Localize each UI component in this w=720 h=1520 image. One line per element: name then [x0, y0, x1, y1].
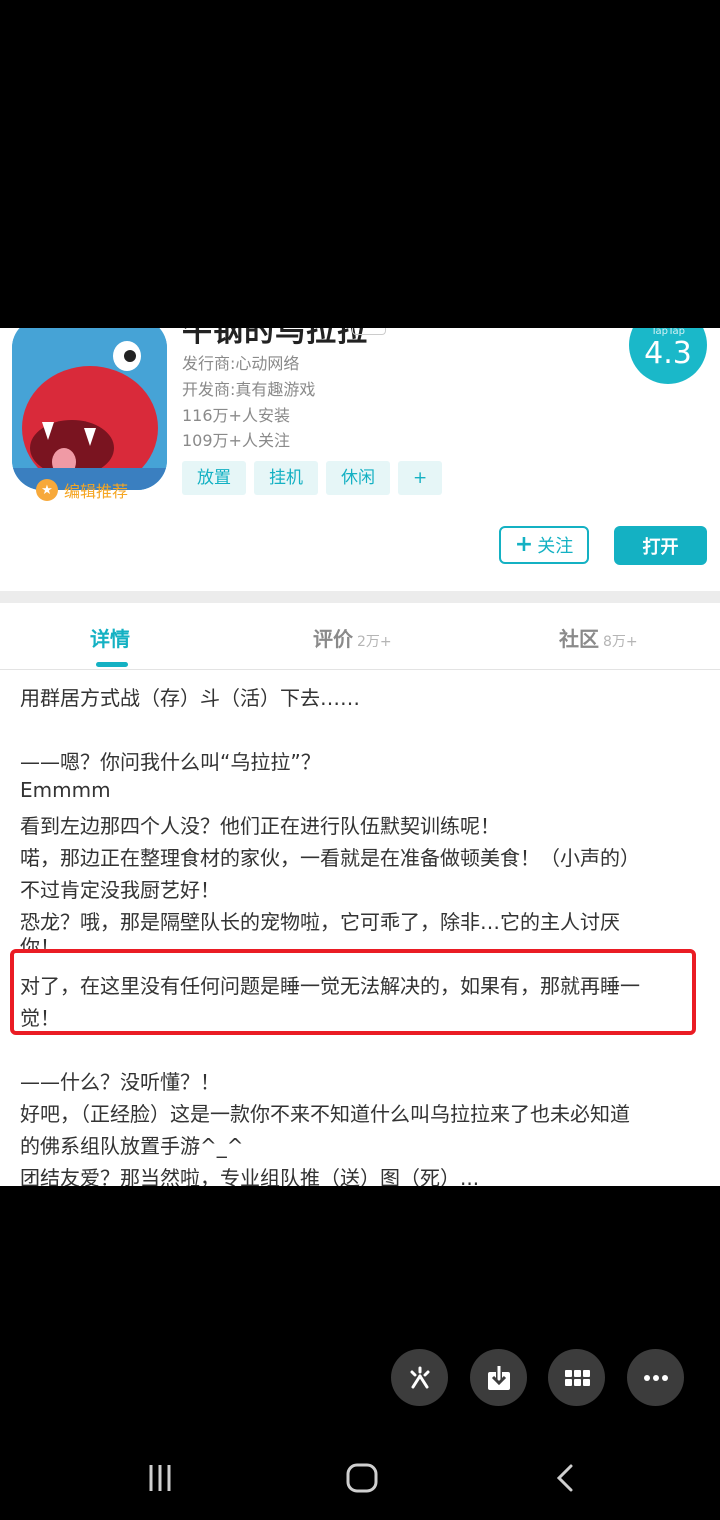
recents-icon — [149, 1465, 171, 1491]
description-line: 的佛系组队放置手游^_^ — [20, 1134, 244, 1158]
editor-pick-label: 编辑推荐 — [64, 482, 129, 501]
home-button[interactable] — [340, 1450, 384, 1506]
description-line: 不过肯定没我厨艺好！ — [20, 878, 220, 902]
tag-more[interactable]: + — [398, 461, 443, 495]
back-icon — [556, 1464, 573, 1492]
follow-label: 关注 — [537, 536, 574, 557]
tab-community-count: 8万+ — [603, 634, 638, 650]
tab-reviews[interactable]: 评价 2万+ — [313, 623, 392, 652]
tab-bar: 详情 评价 2万+ 社区 8万+ — [0, 603, 720, 670]
rating-source: TapTap — [651, 328, 685, 337]
tag-casual[interactable]: 休闲 — [326, 461, 390, 495]
description-line: 喏，那边正在整理食材的家伙，一看就是在准备做顿美食！（小声的） — [20, 846, 640, 870]
tab-details-label: 详情 — [90, 627, 130, 651]
description-line: 你！ — [20, 935, 60, 951]
rating-score: 4.3 — [644, 336, 692, 371]
app-detail-screenshot: 牛钢的乌拉拉 发行商:心动网络 开发商:真有趣游戏 116万+人安装 109万+… — [0, 328, 720, 1186]
publisher-text: 发行商:心动网络 — [182, 354, 300, 373]
tab-details[interactable]: 详情 — [90, 623, 130, 652]
rating-badge: TapTap 4.3 — [629, 328, 707, 384]
description-line: Emmmm — [20, 778, 111, 802]
recents-button[interactable] — [140, 1450, 180, 1506]
follow-button[interactable]: + 关注 — [499, 526, 589, 564]
download-icon — [487, 1365, 510, 1390]
installs-text: 116万+人安装 — [182, 406, 290, 425]
tab-community-label: 社区 — [559, 627, 599, 651]
more-button[interactable] — [627, 1349, 684, 1406]
active-tab-indicator — [96, 662, 128, 667]
description-line: ——嗯？你问我什么叫“乌拉拉”？ — [20, 750, 321, 774]
editor-pick: ★ 编辑推荐 — [36, 478, 128, 502]
description-line: 用群居方式战（存）斗（活）下去…… — [20, 686, 360, 710]
title-badge — [352, 328, 386, 335]
description-line: 团结友爱？那当然啦，专业组队推（送）图（死）... — [20, 1166, 480, 1186]
app-icon[interactable] — [12, 328, 167, 490]
star-badge-icon: ★ — [36, 479, 58, 501]
more-icon — [643, 1374, 668, 1381]
highlight-annotation-box — [10, 949, 696, 1035]
tab-reviews-count: 2万+ — [357, 634, 392, 650]
app-title: 牛钢的乌拉拉 — [182, 328, 368, 349]
developer-text: 开发商:真有趣游戏 — [182, 380, 316, 399]
tag-idle[interactable]: 放置 — [182, 461, 246, 495]
home-icon — [346, 1463, 378, 1493]
tag-afk[interactable]: 挂机 — [254, 461, 318, 495]
download-button[interactable] — [470, 1349, 527, 1406]
description-line: ——什么？没听懂？！ — [20, 1070, 220, 1094]
plus-icon: + — [514, 532, 534, 557]
grid-button[interactable] — [548, 1349, 605, 1406]
tab-reviews-label: 评价 — [313, 627, 353, 651]
tag-list: 放置 挂机 休闲 + — [182, 461, 443, 495]
description-line: 看到左边那四个人没？他们正在进行队伍默契训练呢！ — [20, 814, 500, 838]
tab-community[interactable]: 社区 8万+ — [559, 623, 638, 652]
follows-text: 109万+人关注 — [182, 431, 290, 450]
grid-icon — [564, 1369, 590, 1386]
description-line: 恐龙？哦，那是隔壁队长的宠物啦，它可乖了，除非…它的主人讨厌 — [20, 910, 620, 934]
tools-button[interactable] — [391, 1349, 448, 1406]
back-button[interactable] — [550, 1450, 580, 1506]
section-divider — [0, 591, 720, 603]
description-line: 好吧，（正经脸）这是一款你不来不知道什么叫乌拉拉来了也未必知道 — [20, 1102, 630, 1126]
tools-icon — [410, 1366, 429, 1388]
open-button[interactable]: 打开 — [614, 526, 707, 565]
